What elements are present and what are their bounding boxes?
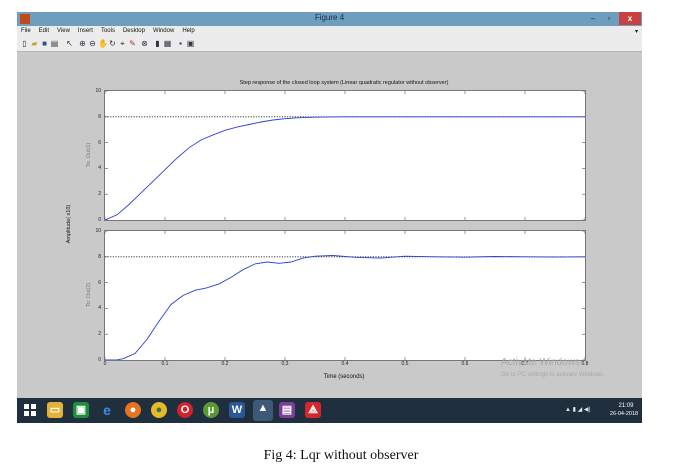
- step-response-line-out1: [104, 116, 585, 221]
- opera-icon[interactable]: O: [177, 402, 193, 418]
- clock-time[interactable]: 21:09: [613, 403, 639, 409]
- y-axis-label: Amplitude( x10): [66, 204, 72, 244]
- word-icon[interactable]: W: [229, 402, 245, 418]
- x-tick-label: 0: [103, 361, 107, 367]
- print-icon[interactable]: ▤: [50, 39, 59, 48]
- edit-plot-icon[interactable]: ↖: [65, 39, 74, 48]
- insert-colorbar-icon[interactable]: ▮: [153, 39, 162, 48]
- new-figure-icon[interactable]: ▯: [20, 39, 29, 48]
- menu-file[interactable]: File: [17, 26, 35, 34]
- matlab-taskbar-icon[interactable]: ▲: [253, 400, 273, 421]
- plot-title: Step response of the closed loop system …: [239, 80, 449, 86]
- figure-toolbar: ▯ ▰ ■ ▤ ↖ ⊕ ⊖ ✋ ↻ ⌖ ✎ ⊗ ▮ ▦ ▪ ▣: [17, 37, 642, 52]
- winrar-icon[interactable]: ▤: [279, 402, 295, 418]
- x-tick-label: 0.4: [341, 361, 349, 367]
- y-tick-label: 10: [95, 88, 101, 94]
- x-tick-label: 0.6: [461, 361, 469, 367]
- activate-windows-watermark: Activate Windows: [501, 357, 580, 368]
- menu-window[interactable]: Window: [149, 26, 178, 34]
- show-plot-tools-icon[interactable]: ▣: [186, 39, 195, 48]
- link-plot-icon[interactable]: ⊗: [140, 39, 149, 48]
- menu-help[interactable]: Help: [178, 26, 198, 34]
- data-cursor-icon[interactable]: ⌖: [118, 39, 127, 48]
- utorrent-icon[interactable]: μ: [203, 402, 219, 418]
- y-tick-label: 0: [98, 217, 101, 223]
- step-response-line-out2: [105, 255, 586, 361]
- insert-legend-icon[interactable]: ▦: [163, 39, 172, 48]
- menu-edit[interactable]: Edit: [35, 26, 53, 34]
- clock-date[interactable]: 26-04-2018: [607, 411, 641, 417]
- menu-overflow-icon[interactable]: ▾: [635, 28, 638, 35]
- window-titlebar[interactable]: Figure 4 – ▫ x: [17, 12, 642, 26]
- taskbar: ▭ ▣ e ● ● O μ W ▲ ▤ ⟁ ▲ ▮ ◢ ◀) 21:09 26-…: [17, 398, 642, 423]
- save-icon[interactable]: ■: [40, 39, 49, 48]
- axes-out2[interactable]: [104, 230, 586, 361]
- windows-start-icon[interactable]: [22, 402, 38, 418]
- brush-icon[interactable]: ✎: [128, 39, 137, 48]
- system-tray[interactable]: ▲ ▮ ◢ ◀): [565, 406, 590, 413]
- x-tick-label: 0.3: [281, 361, 289, 367]
- open-file-icon[interactable]: ▰: [30, 39, 39, 48]
- firefox-icon[interactable]: ●: [125, 402, 141, 418]
- menu-desktop[interactable]: Desktop: [119, 26, 149, 34]
- x-tick-label: 0.1: [161, 361, 169, 367]
- zoom-in-icon[interactable]: ⊕: [78, 39, 87, 48]
- maximize-button[interactable]: ▫: [601, 12, 617, 25]
- axes-out1-plot: [104, 90, 586, 221]
- x-tick-label: 0.2: [221, 361, 229, 367]
- menu-tools[interactable]: Tools: [97, 26, 119, 34]
- axes-out2-plot: [104, 230, 586, 361]
- activate-windows-hint: Go to PC settings to activate Windows.: [501, 372, 605, 378]
- file-explorer-icon[interactable]: ▭: [47, 402, 63, 418]
- y-tick-label: 2: [98, 191, 101, 198]
- axes-out2-ylabel: To: Out(2): [86, 282, 92, 308]
- y-tick-label: 8: [98, 113, 101, 120]
- minimize-button[interactable]: –: [585, 12, 601, 25]
- store-icon[interactable]: ▣: [73, 402, 89, 418]
- chrome-icon[interactable]: ●: [151, 402, 167, 418]
- y-tick-label: 8: [98, 253, 101, 260]
- window-title: Figure 4: [314, 13, 345, 22]
- internet-explorer-icon[interactable]: e: [99, 402, 115, 418]
- screen: Figure 4 – ▫ x File Edit View Insert Tools De…: [17, 12, 642, 423]
- acrobat-icon[interactable]: ⟁: [305, 402, 321, 418]
- zoom-out-icon[interactable]: ⊖: [88, 39, 97, 48]
- pan-icon[interactable]: ✋: [98, 39, 108, 48]
- rotate-3d-icon[interactable]: ↻: [108, 39, 117, 48]
- axes-out1-ylabel: To: Out(1): [86, 142, 92, 168]
- figure-caption: Fig 4: Lqr without observer: [263, 448, 419, 463]
- close-button[interactable]: x: [619, 12, 641, 25]
- y-tick-label: 10: [95, 228, 101, 234]
- axes-out1[interactable]: [104, 90, 586, 221]
- x-tick-label: 0.5: [401, 361, 409, 367]
- menu-view[interactable]: View: [53, 26, 74, 34]
- y-tick-label: 2: [98, 331, 101, 338]
- menu-insert[interactable]: Insert: [74, 26, 97, 34]
- hide-plot-tools-icon[interactable]: ▪: [176, 39, 185, 48]
- menu-bar: File Edit View Insert Tools Desktop Window Help…: [17, 26, 642, 37]
- figure-canvas: Step response of the closed loop system …: [17, 52, 642, 398]
